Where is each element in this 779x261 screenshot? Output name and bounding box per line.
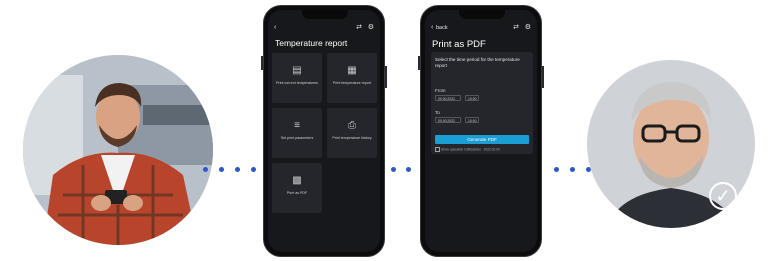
- tile-print-as-pdf[interactable]: ▩ Print as PDF: [272, 163, 322, 213]
- tile-print-temperature-report[interactable]: ▦ Print temperature report: [327, 53, 377, 103]
- top-bar: ‹ ⇄ ⚙: [274, 24, 374, 34]
- to-date-field[interactable]: 00.00.2022: [435, 117, 461, 123]
- checkbox-label: Show operation notifications · 2022.00.0…: [441, 147, 500, 152]
- report-icon: ▦: [347, 65, 357, 76]
- connector-dot: [235, 167, 240, 172]
- to-label: To: [435, 110, 440, 115]
- thermometer-icon: ▤: [292, 65, 302, 76]
- notifications-checkbox-row[interactable]: Show operation notifications · 2022.00.0…: [435, 147, 500, 152]
- phone-temperature-report: ‹ ⇄ ⚙ Temperature report ▤ Print current…: [261, 5, 387, 257]
- page-title: Print as PDF: [432, 39, 486, 50]
- date-range-panel: Select the time period for the temperatu…: [431, 52, 533, 154]
- checkbox[interactable]: [435, 147, 440, 152]
- back-arrow-icon[interactable]: ‹: [274, 24, 276, 32]
- swap-icon[interactable]: ⇄: [513, 24, 519, 32]
- connector-dot: [203, 167, 208, 172]
- panel-prompt: Select the time period for the temperatu…: [435, 57, 520, 68]
- tile-label: Print as PDF: [286, 191, 308, 195]
- settings-sliders-icon: ≡: [294, 120, 300, 131]
- to-time-field[interactable]: 10:00: [465, 117, 479, 123]
- side-button: [261, 56, 263, 70]
- checkmark-badge-icon: ✓: [709, 182, 737, 210]
- swap-icon[interactable]: ⇄: [356, 24, 362, 32]
- connector-dot: [406, 167, 411, 172]
- avatar-driver: [23, 55, 213, 245]
- phone-screen: ‹ ⇄ ⚙ Temperature report ▤ Print current…: [268, 10, 380, 252]
- top-bar: ‹ back ⇄ ⚙: [431, 24, 531, 34]
- connector-dot: [251, 167, 256, 172]
- avatar-customer: ✓: [587, 60, 755, 228]
- gear-icon[interactable]: ⚙: [525, 24, 531, 32]
- tile-label: Set print parameters: [280, 136, 314, 140]
- from-label: From: [435, 88, 446, 93]
- connector-dot: [554, 167, 559, 172]
- connector-dot: [219, 167, 224, 172]
- pdf-icon: ▩: [292, 175, 302, 186]
- generate-pdf-button[interactable]: Generate PDF: [435, 135, 529, 144]
- connector-dot: [570, 167, 575, 172]
- phone-screen: ‹ back ⇄ ⚙ Print as PDF Select the time …: [425, 10, 537, 252]
- phone-notch: [459, 10, 505, 19]
- from-date-field[interactable]: 00.00.2022: [435, 95, 461, 101]
- phone-print-as-pdf: ‹ back ⇄ ⚙ Print as PDF Select the time …: [418, 5, 544, 257]
- tile-label: Print temperature history: [332, 136, 372, 140]
- page-title: Temperature report: [275, 38, 348, 48]
- tile-print-current-temperatures[interactable]: ▤ Print current temperatures: [272, 53, 322, 103]
- phone-notch: [302, 10, 348, 19]
- side-button: [418, 56, 420, 70]
- tile-label: Print temperature report: [332, 81, 372, 85]
- print-icon: ⎙: [348, 120, 356, 131]
- tile-label: Print current temperatures: [276, 81, 318, 85]
- from-time-field[interactable]: 10:00: [465, 95, 479, 101]
- gear-icon[interactable]: ⚙: [368, 24, 374, 32]
- connector-dot: [391, 167, 396, 172]
- tile-set-print-parameters[interactable]: ≡ Set print parameters: [272, 108, 322, 158]
- back-arrow-icon[interactable]: ‹: [431, 24, 433, 32]
- tile-print-temperature-history[interactable]: ⎙ Print temperature history: [327, 108, 377, 158]
- back-link[interactable]: back: [436, 25, 448, 31]
- side-button: [542, 66, 544, 88]
- side-button: [385, 66, 387, 88]
